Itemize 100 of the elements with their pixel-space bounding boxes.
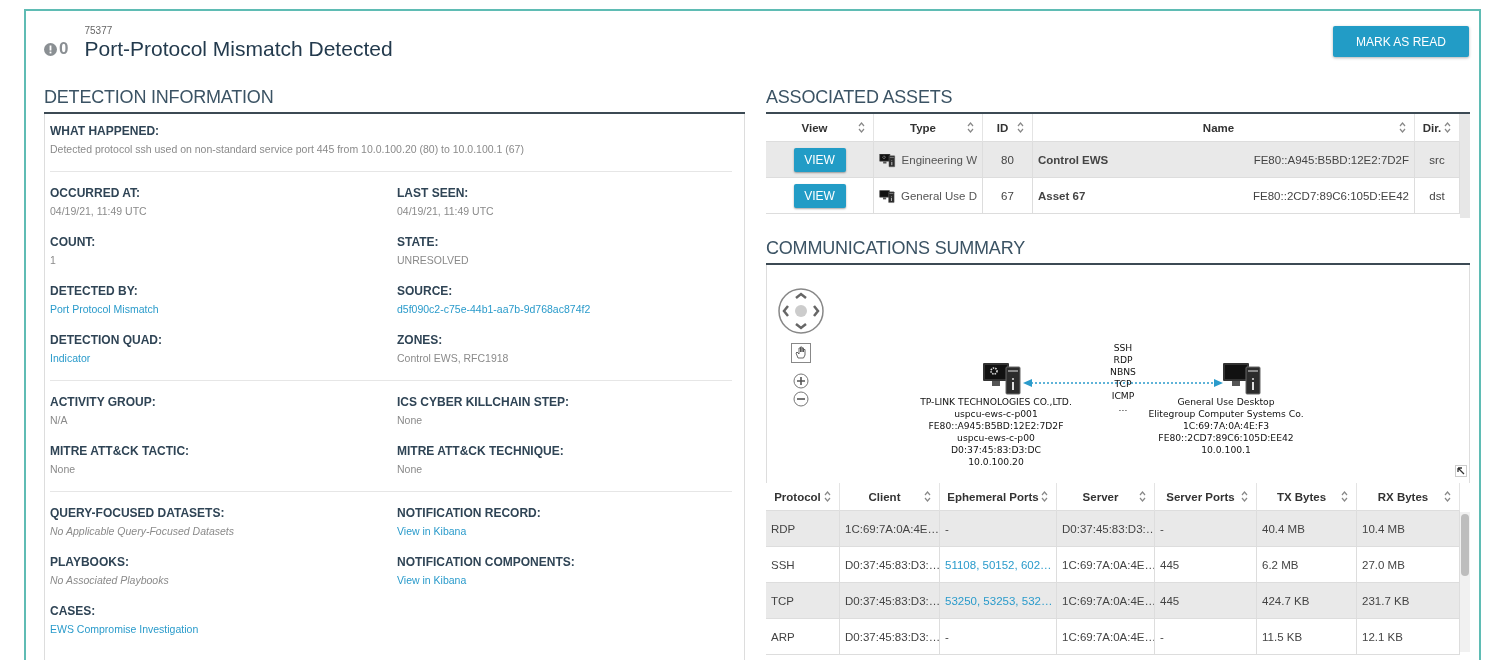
field-label: OCCURRED AT: (50, 186, 141, 200)
column-header[interactable]: Name (1033, 114, 1415, 142)
column-header[interactable]: View (766, 114, 874, 142)
hand-icon[interactable] (791, 343, 811, 363)
field-label: DETECTED BY: (50, 284, 139, 298)
node-label: uspcu-ews-c-p001 (954, 408, 1038, 420)
sort-icon[interactable] (924, 491, 931, 502)
table-cell: SSH (766, 547, 840, 583)
field-value: 1 (50, 254, 57, 266)
column-header[interactable]: Server Ports (1155, 483, 1257, 511)
table-cell: - (945, 630, 949, 643)
field-value: Control EWS, RFC1918 (397, 352, 510, 364)
table-cell: General Use D (900, 189, 977, 202)
protocol-label: TCP (1114, 378, 1132, 390)
table-cell: src (1415, 142, 1460, 178)
table-cell: 1C:69:7A:0A:4E… (840, 511, 940, 547)
asset-address: FE80::A945:B5BD:12E2:7D2F (1253, 153, 1409, 166)
sort-icon[interactable] (824, 491, 831, 502)
sort-icon[interactable] (1041, 491, 1048, 502)
sort-icon[interactable] (967, 122, 974, 133)
table-cell: 1C:69:7A:0A:4E… (1057, 619, 1155, 655)
node-label: D0:37:45:83:D3:DC (951, 444, 1041, 456)
table-cell: 445 (1155, 547, 1257, 583)
table-cell: D0:37:45:83:D3:… (840, 619, 940, 655)
table-cell: 27.0 MB (1357, 547, 1460, 583)
sort-icon[interactable] (1399, 122, 1406, 133)
field-value: None (50, 463, 77, 475)
table-cell: D0:37:45:83:D3:… (840, 547, 940, 583)
table-cell: 1C:69:7A:0A:4E… (1057, 583, 1155, 619)
field-value: N/A (50, 414, 69, 426)
column-header[interactable]: ID (983, 114, 1033, 142)
field-label: ZONES: (397, 333, 444, 347)
field-value: 04/19/21, 11:49 UTC (50, 205, 148, 217)
column-header[interactable]: Protocol (766, 483, 840, 511)
field-label: ACTIVITY GROUP: (50, 395, 157, 409)
table-cell: RDP (766, 511, 840, 547)
field-label: WHAT HAPPENED: (50, 124, 161, 138)
table-cell: ARP (766, 619, 840, 655)
sort-icon[interactable] (1444, 122, 1451, 133)
pan-control-icon[interactable] (778, 288, 824, 334)
protocol-label: RDP (1113, 354, 1133, 366)
table-cell: TCP (766, 583, 840, 619)
table-cell: - (1155, 619, 1257, 655)
node-label: FE80::A945:B5BD:12E2:7D2F (928, 420, 1064, 432)
asset-name: Control EWS (1038, 153, 1109, 166)
field-value: None (397, 463, 424, 475)
node-label: 10.0.100.1 (1201, 444, 1251, 456)
column-header[interactable]: Client (840, 483, 940, 511)
table-cell: D0:37:45:83:D3:… (1057, 511, 1155, 547)
table-cell: Engineering W (901, 153, 977, 166)
zoom-in-icon[interactable] (793, 373, 809, 389)
node-label: 10.0.100.20 (968, 456, 1024, 468)
table-cell: - (945, 522, 949, 535)
field-label: PLAYBOOKS: (50, 555, 130, 569)
sort-icon[interactable] (1444, 491, 1451, 502)
field-label: ICS CYBER KILLCHAIN STEP: (397, 395, 570, 409)
table-cell: 231.7 KB (1357, 583, 1460, 619)
sort-icon[interactable] (1017, 122, 1024, 133)
node-label: FE80::2CD7:89C6:105D:EE42 (1158, 432, 1294, 444)
scrollbar[interactable] (1460, 512, 1470, 652)
column-header[interactable]: Server (1057, 483, 1155, 511)
column-header[interactable]: Type (874, 114, 983, 142)
field-value: 04/19/21, 11:49 UTC (397, 205, 495, 217)
node-label: TP-LINK TECHNOLOGIES CO.,LTD. (920, 396, 1072, 408)
sort-icon[interactable] (1241, 491, 1248, 502)
field-label: MITRE ATT&CK TACTIC: (50, 444, 191, 458)
table-cell: 6.2 MB (1257, 547, 1357, 583)
table-cell: 40.4 MB (1257, 511, 1357, 547)
protocol-label: ... (1118, 402, 1128, 414)
column-header[interactable]: Ephemeral Ports (940, 483, 1057, 511)
expand-icon[interactable] (1455, 465, 1467, 477)
protocol-label: ICMP (1111, 390, 1135, 402)
protocol-label: SSH (1113, 342, 1133, 354)
field-label: SOURCE: (397, 284, 454, 298)
field-label: QUERY-FOCUSED DATASETS: (50, 506, 226, 520)
node-label: uspcu-ews-c-p00 (957, 432, 1035, 444)
alert-icon (44, 42, 57, 56)
sort-icon[interactable] (858, 122, 865, 133)
count-text: 0 (59, 39, 69, 59)
field-value: None (397, 414, 424, 426)
table-cell: 12.1 KB (1357, 619, 1460, 655)
column-header[interactable]: TX Bytes (1257, 483, 1357, 511)
table-cell: 10.4 MB (1357, 511, 1460, 547)
asset-address: FE80::2CD7:89C6:105D:EE42 (1253, 189, 1409, 202)
table-cell: 424.7 KB (1257, 583, 1357, 619)
table-cell: 67 (983, 178, 1033, 214)
alert-title: Port-Protocol Mismatch Detected (84, 37, 393, 61)
column-header[interactable]: Dir. (1415, 114, 1460, 142)
field-label: DETECTION QUAD: (50, 333, 163, 347)
column-header[interactable]: RX Bytes (1357, 483, 1460, 511)
alert-id: 75377 (84, 25, 114, 36)
table-cell: 80 (983, 142, 1033, 178)
sort-icon[interactable] (1139, 491, 1146, 502)
node-label: Elitegroup Computer Systems Co. (1148, 408, 1304, 420)
table-cell: 1C:69:7A:0A:4E… (1057, 547, 1155, 583)
zoom-out-icon[interactable] (793, 391, 809, 407)
section-heading: COMMUNICATIONS SUMMARY (766, 238, 1470, 265)
field-label: LAST SEEN: (397, 186, 470, 200)
sort-icon[interactable] (1341, 491, 1348, 502)
field-note: No Associated Playbooks (50, 574, 170, 586)
